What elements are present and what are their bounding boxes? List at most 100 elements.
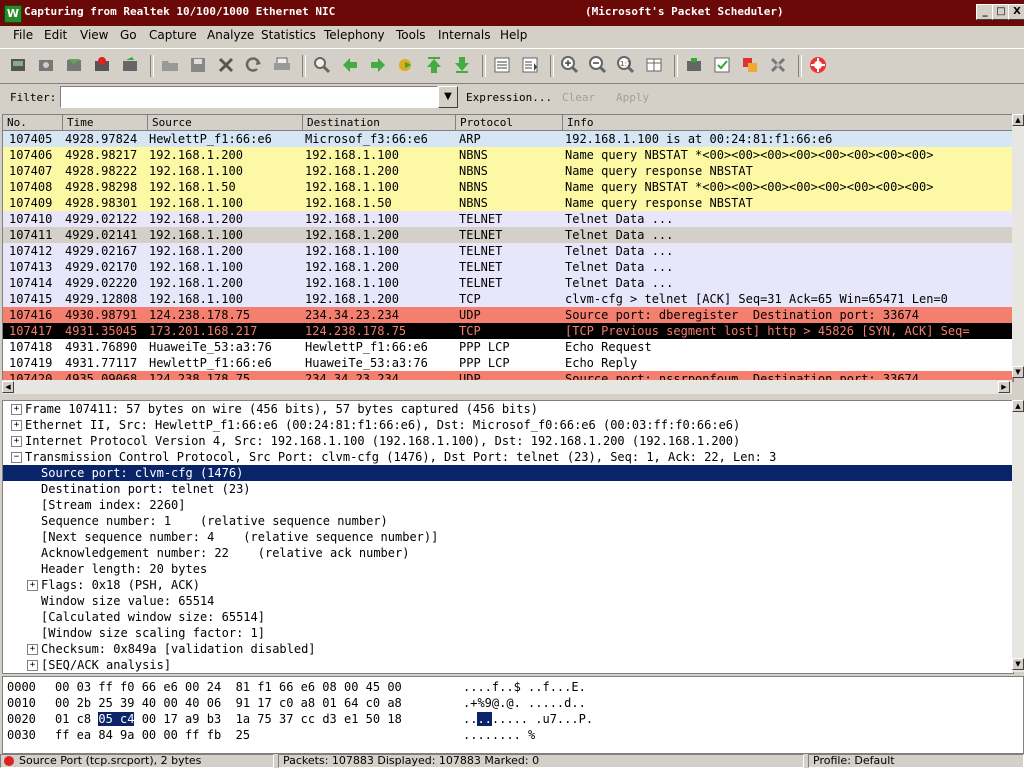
packet-list-vertical-scrollbar[interactable]: ▲ ▼	[1012, 114, 1024, 378]
expert-info-icon[interactable]	[3, 755, 15, 767]
hex-bytes[interactable]: 00 03 ff f0 66 e6 00 24 81 f1 66 e6 08 0…	[55, 679, 402, 695]
menu-analyze[interactable]: Analyze	[207, 28, 254, 42]
menu-go[interactable]: Go	[120, 28, 137, 42]
open-file-icon[interactable]	[160, 55, 180, 75]
coloring-rules-icon[interactable]	[740, 55, 760, 75]
menu-tools[interactable]: Tools	[396, 28, 426, 42]
detail-tree-item[interactable]: Header length: 20 bytes	[3, 561, 1013, 577]
expression-button[interactable]: Expression...	[466, 91, 552, 104]
help-icon[interactable]	[808, 55, 828, 75]
packet-row[interactable]: 107410 4929.02122 192.168.1.200 192.168.1.1…	[3, 211, 1013, 227]
details-vertical-scrollbar[interactable]: ▲ ▼	[1012, 400, 1024, 672]
column-header-time[interactable]: Time	[63, 115, 148, 131]
detail-tree-item[interactable]: Destination port: telnet (23)	[3, 481, 1013, 497]
interface-list-icon[interactable]	[8, 55, 28, 75]
detail-tree-item[interactable]: Source port: clvm-cfg (1476)	[3, 465, 1013, 481]
expand-icon[interactable]: +	[11, 420, 22, 431]
clear-filter-button[interactable]: Clear	[562, 91, 595, 104]
scroll-right-icon[interactable]: ▶	[998, 381, 1010, 393]
menu-view[interactable]: View	[80, 28, 108, 42]
expand-icon[interactable]: +	[11, 436, 22, 447]
detail-tree-item[interactable]: Window size value: 65514	[3, 593, 1013, 609]
hex-bytes[interactable]: 01 c8 05 c4 00 17 a9 b3 1a 75 37 cc d3 e…	[55, 711, 402, 727]
hex-bytes[interactable]: ff ea 84 9a 00 00 ff fb 25	[55, 727, 250, 743]
reload-icon[interactable]	[244, 55, 264, 75]
filter-dropdown-button[interactable]: ▼	[438, 86, 458, 108]
go-first-packet-icon[interactable]	[424, 55, 444, 75]
packet-row[interactable]: 107417 4931.35045 173.201.168.217 124.238.1…	[3, 323, 1013, 339]
hex-ascii[interactable]: ....f..$ ..f...E.	[463, 679, 586, 695]
start-capture-icon[interactable]	[64, 55, 84, 75]
detail-tree-item[interactable]: Sequence number: 1 (relative sequence nu…	[3, 513, 1013, 529]
column-header-info[interactable]: Info	[563, 115, 1013, 131]
go-to-packet-icon[interactable]	[396, 55, 416, 75]
detail-tree-item[interactable]: [Window size scaling factor: 1]	[3, 625, 1013, 641]
packet-row[interactable]: 107414 4929.02220 192.168.1.200 192.168.1.1…	[3, 275, 1013, 291]
status-profile[interactable]: Profile: Default	[808, 754, 1024, 768]
detail-tree-item[interactable]: + Internet Protocol Version 4, Src: 192.1…	[3, 433, 1013, 449]
packet-row[interactable]: 107409 4928.98301 192.168.1.100 192.168.1.5…	[3, 195, 1013, 211]
colorize-list-icon[interactable]	[492, 55, 512, 75]
save-file-icon[interactable]	[188, 55, 208, 75]
packet-row[interactable]: 107419 4931.77117 HewlettP_f1:66:e6 HuaweiT…	[3, 355, 1013, 371]
wireshark-app-icon[interactable]: W	[4, 5, 22, 23]
detail-tree-item[interactable]: + [SEQ/ACK analysis]	[3, 657, 1013, 673]
menu-edit[interactable]: Edit	[44, 28, 67, 42]
hex-ascii[interactable]: ......... .u7...P.	[463, 711, 593, 727]
zoom-in-icon[interactable]	[560, 55, 580, 75]
detail-tree-item[interactable]: + Checksum: 0x849a [validation disabled]	[3, 641, 1013, 657]
capture-filters-icon[interactable]	[684, 55, 704, 75]
find-packet-icon[interactable]	[312, 55, 332, 75]
detail-tree-item[interactable]: + Frame 107411: 57 bytes on wire (456 bit…	[3, 401, 1013, 417]
column-header-destination[interactable]: Destination	[303, 115, 456, 131]
detail-tree-item[interactable]: + Ethernet II, Src: HewlettP_f1:66:e6 (00…	[3, 417, 1013, 433]
close-file-icon[interactable]	[216, 55, 236, 75]
expand-icon[interactable]: +	[11, 404, 22, 415]
menu-capture[interactable]: Capture	[149, 28, 197, 42]
packet-row[interactable]: 107407 4928.98222 192.168.1.100 192.168.1.2…	[3, 163, 1013, 179]
packet-row[interactable]: 107415 4929.12808 192.168.1.100 192.168.1.2…	[3, 291, 1013, 307]
close-button[interactable]: X	[1008, 4, 1024, 20]
apply-filter-button[interactable]: Apply	[616, 91, 649, 104]
normal-size-icon[interactable]: 1:1	[616, 55, 636, 75]
expand-icon[interactable]: +	[27, 644, 38, 655]
scroll-left-icon[interactable]: ◀	[2, 381, 14, 393]
resize-columns-icon[interactable]	[644, 55, 664, 75]
packet-list-horizontal-scrollbar[interactable]: ◀ ▶	[2, 380, 1012, 394]
packet-row[interactable]: 107418 4931.76890 HuaweiTe_53:a3:76 Hewlett…	[3, 339, 1013, 355]
packet-row[interactable]: 107406 4928.98217 192.168.1.200 192.168.1.1…	[3, 147, 1013, 163]
detail-tree-item[interactable]: [Calculated window size: 65514]	[3, 609, 1013, 625]
detail-tree-item[interactable]: [Stream index: 2260]	[3, 497, 1013, 513]
scroll-down-icon[interactable]: ▼	[1012, 366, 1024, 378]
zoom-out-icon[interactable]	[588, 55, 608, 75]
detail-tree-item[interactable]: + Flags: 0x18 (PSH, ACK)	[3, 577, 1013, 593]
expand-icon[interactable]: +	[27, 580, 38, 591]
menu-statistics[interactable]: Statistics	[261, 28, 316, 42]
column-header-no[interactable]: No.	[3, 115, 63, 131]
display-filters-icon[interactable]	[712, 55, 732, 75]
packet-row[interactable]: 107408 4928.98298 192.168.1.50 192.168.1.10…	[3, 179, 1013, 195]
detail-tree-item[interactable]: [Next sequence number: 4 (relative seque…	[3, 529, 1013, 545]
scroll-up-icon[interactable]: ▲	[1012, 400, 1024, 412]
scroll-down-icon[interactable]: ▼	[1012, 658, 1024, 670]
column-header-protocol[interactable]: Protocol	[456, 115, 563, 131]
capture-options-icon[interactable]	[36, 55, 56, 75]
hex-bytes[interactable]: 00 2b 25 39 40 00 40 06 91 17 c0 a8 01 6…	[55, 695, 402, 711]
menu-telephony[interactable]: Telephony	[324, 28, 385, 42]
display-filter-input[interactable]	[60, 86, 438, 108]
go-last-packet-icon[interactable]	[452, 55, 472, 75]
menu-help[interactable]: Help	[500, 28, 527, 42]
auto-scroll-icon[interactable]	[520, 55, 540, 75]
packet-row[interactable]: 107416 4930.98791 124.238.178.75 234.34.23.…	[3, 307, 1013, 323]
preferences-icon[interactable]	[768, 55, 788, 75]
menu-file[interactable]: File	[13, 28, 33, 42]
expand-icon[interactable]: +	[27, 660, 38, 671]
packet-row[interactable]: 107411 4929.02141 192.168.1.100 192.168.1.2…	[3, 227, 1013, 243]
packet-row[interactable]: 107413 4929.02170 192.168.1.100 192.168.1.2…	[3, 259, 1013, 275]
go-forward-icon[interactable]	[368, 55, 388, 75]
print-icon[interactable]	[272, 55, 292, 75]
detail-tree-item[interactable]: Acknowledgement number: 22 (relative ack…	[3, 545, 1013, 561]
stop-capture-icon[interactable]	[92, 55, 112, 75]
detail-tree-item[interactable]: − Transmission Control Protocol, Src Port…	[3, 449, 1013, 465]
go-back-icon[interactable]	[340, 55, 360, 75]
